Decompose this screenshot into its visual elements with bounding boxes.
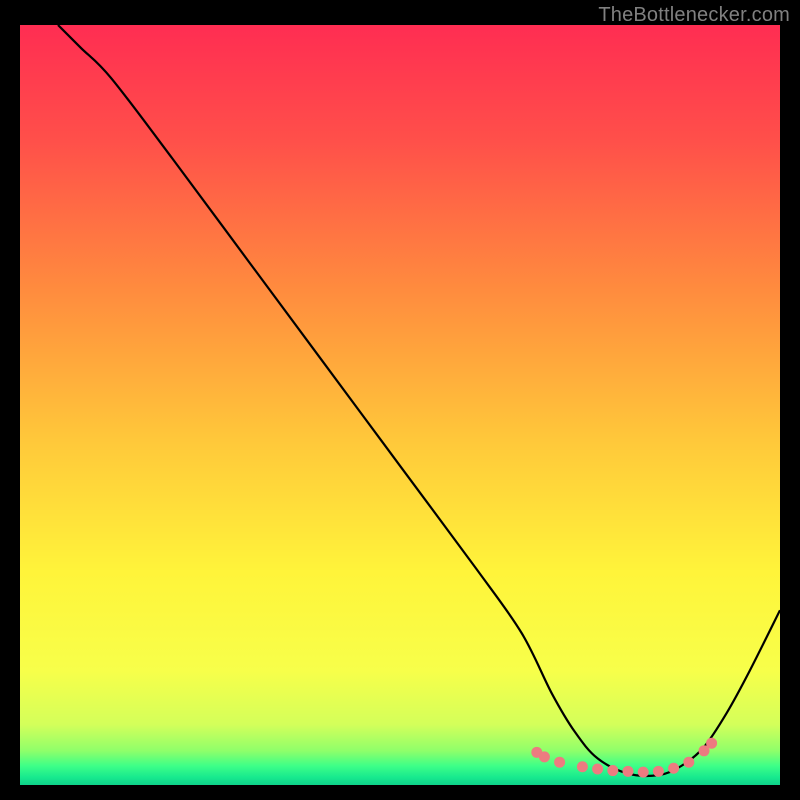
highlight-dot [539,751,550,762]
highlight-dot [668,763,679,774]
highlight-dot [653,766,664,777]
highlight-dot [577,761,588,772]
highlight-dot [683,757,694,768]
highlight-dot [623,766,634,777]
highlight-dot [706,738,717,749]
highlight-dot [638,767,649,778]
highlight-dot [554,757,565,768]
attribution-text: TheBottlenecker.com [598,4,790,27]
chart-svg [20,25,780,785]
highlight-dot [592,764,603,775]
plot-area [20,25,780,785]
gradient-background [20,25,780,785]
chart-frame: TheBottlenecker.com [0,0,800,800]
highlight-dot [607,765,618,776]
